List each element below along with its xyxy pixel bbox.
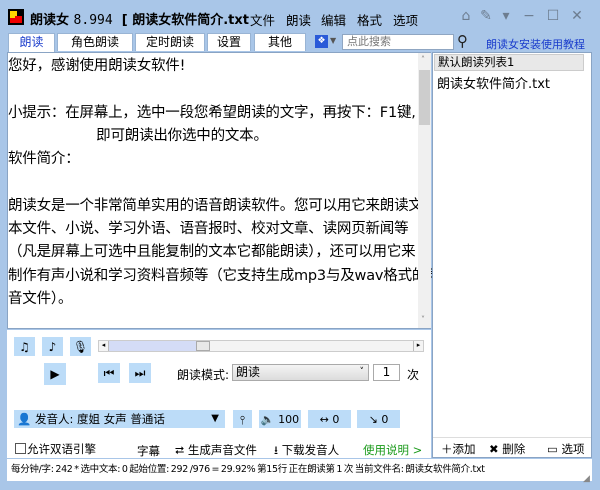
window-icon: ▭ [547, 442, 558, 456]
window-title: 朗读女 8.994 [ 朗读女软件简介.txt [30, 13, 249, 28]
text-line: 软件简介： [8, 151, 80, 168]
text-editor[interactable]: 您好，感谢使用朗读女软件! 小提示：在屏幕上，选中一段您希望朗读的文字，再按下：… [7, 52, 441, 400]
search-input[interactable] [342, 34, 454, 50]
text-line: 制作有声小说和学习资料音频等（它支持生成mp3与及wav格式的声 [8, 267, 441, 284]
menu-options[interactable]: 选项 [393, 10, 418, 29]
divider [433, 437, 591, 438]
slider-fill [109, 341, 196, 351]
control-panel: ♫ ♪ 🎙 ◂ ▸ ▶ ⏮ ⏭ 朗读模式: 朗读 ˅ 1 次 👤 发音人: 度姐 … [7, 330, 431, 472]
status-text: 每分钟/字: 242 * 选中文本: 0 起始位置: 292 /976 = 29… [11, 464, 485, 475]
dropdown-arrow-icon: ▼ [211, 413, 219, 424]
menu-file[interactable]: 文件 [250, 10, 275, 29]
minimize-icon[interactable]: − [520, 8, 538, 24]
plus-icon: ＋ [441, 442, 453, 456]
tab-read[interactable]: 朗读 [8, 33, 55, 52]
editor-scrollbar[interactable]: ˄ ˅ [418, 53, 431, 328]
delete-button[interactable]: ✖ 删除 [489, 441, 525, 457]
scroll-up-icon[interactable]: ˄ [421, 55, 425, 64]
app-logo-icon [8, 9, 24, 25]
previous-button[interactable]: ⏮ [98, 363, 120, 383]
status-bar: 每分钟/字: 242 * 选中文本: 0 起始位置: 292 /976 = 29… [7, 459, 592, 481]
chevron-down-icon: ˅ [359, 367, 365, 377]
tab-other[interactable]: 其他 [254, 33, 306, 51]
paw-icon[interactable]: ❖ [315, 35, 328, 48]
scroll-down-icon[interactable]: ˅ [421, 315, 425, 324]
text-line: 即可朗读出你选中的文本。 [8, 127, 268, 144]
options-button[interactable]: ▭ 选项 [547, 441, 585, 457]
voice-value: 发音人: 度姐 女声 普通话 [34, 412, 165, 426]
text-line: （凡是屏幕上可选中且能复制的文本它都能朗读），还可以用它来 [8, 244, 416, 261]
add-button[interactable]: ＋添加 [441, 441, 476, 457]
menu-format[interactable]: 格式 [357, 10, 382, 29]
text-line: 音文件）。 [8, 290, 73, 307]
speed-value: 0 [332, 413, 340, 426]
resize-grip-icon[interactable]: ◢ [583, 474, 590, 484]
pin-icon[interactable]: ✎ [477, 8, 495, 24]
pitch-icon: ↘ [368, 413, 378, 426]
doc-music-icon[interactable]: ♫ [14, 337, 35, 356]
menu-edit[interactable]: 编辑 [321, 10, 346, 29]
text-line: 朗读女是一个非常简单实用的语音朗读软件。您可以用它来朗读文 [8, 197, 423, 214]
convert-icon: ⮂ [175, 443, 185, 457]
subtitle-button[interactable]: 字幕 [137, 443, 160, 459]
download-icon: ⭳ [274, 443, 279, 457]
mode-select[interactable]: 朗读 ˅ [232, 364, 369, 381]
music-note-icon[interactable]: ♪ [42, 337, 63, 356]
bilingual-label: 允许双语引擎 [27, 442, 96, 456]
search-icon[interactable]: ⚲ [457, 32, 468, 50]
delete-label: 删除 [502, 442, 526, 456]
add-label: 添加 [452, 442, 476, 456]
options-label: 选项 [561, 442, 585, 456]
x-icon: ✖ [489, 442, 499, 456]
text-line: 小提示：在屏幕上，选中一段您希望朗读的文字，再按下：F1键, [8, 104, 416, 121]
scrollbar-thumb[interactable] [419, 70, 430, 125]
pitch-value: 0 [381, 413, 389, 426]
speaker-icon: 🔈 [260, 413, 275, 426]
maximize-icon[interactable]: ☐ [544, 8, 562, 24]
progress-slider[interactable]: ◂ ▸ [98, 340, 424, 352]
shirt-icon[interactable]: ▾ [497, 8, 515, 24]
playlist-panel: 默认朗读列表1 朗读女软件简介.txt ＋添加 ✖ 删除 ▭ 选项 [432, 52, 592, 458]
text-line [8, 78, 418, 101]
dropdown-arrow-icon[interactable]: ▼ [330, 36, 336, 45]
slider-thumb[interactable] [196, 341, 210, 351]
mode-value: 朗读 [236, 365, 261, 379]
tab-role-read[interactable]: 角色朗读 [57, 33, 133, 51]
text-line: 本文件、小说、学习外语、语音报时、校对文章、读网页新闻等 [8, 221, 409, 238]
pitch-control[interactable]: ↘ 0 [357, 410, 400, 428]
home-icon[interactable]: ⌂ [457, 8, 475, 24]
menu-read[interactable]: 朗读 [286, 10, 311, 29]
slider-left-icon[interactable]: ◂ [99, 341, 109, 351]
close-icon[interactable]: ✕ [568, 8, 586, 24]
microphone-icon[interactable]: 🎙 [70, 337, 91, 356]
text-line [8, 171, 418, 194]
generate-audio-button[interactable]: ⮂ 生成声音文件 [175, 442, 257, 458]
speed-icon: ↔ [319, 413, 329, 426]
slider-right-icon[interactable]: ▸ [413, 341, 423, 351]
generate-label: 生成声音文件 [187, 443, 257, 457]
play-button[interactable]: ▶ [44, 363, 66, 385]
tutorial-link[interactable]: 朗读女安装使用教程 [486, 36, 585, 52]
repeat-input[interactable]: 1 [373, 364, 400, 381]
mode-label: 朗读模式: [177, 368, 230, 382]
download-label: 下载发音人 [281, 443, 340, 457]
next-button[interactable]: ⏭ [129, 363, 151, 383]
bilingual-checkbox[interactable] [15, 443, 26, 454]
repeat-unit: 次 [407, 368, 420, 382]
title-bar: 朗读女 8.994 [ 朗读女软件简介.txt 文件 朗读 编辑 格式 选项 ⌂… [0, 0, 600, 32]
playlist-select[interactable]: 默认朗读列表1 [434, 54, 584, 71]
voice-settings-icon[interactable]: ⫯ [233, 410, 252, 428]
text-line: 您好，感谢使用朗读女软件! [8, 58, 186, 74]
tab-settings[interactable]: 设置 [207, 33, 251, 51]
tab-timed-read[interactable]: 定时朗读 [135, 33, 205, 51]
volume-control[interactable]: 🔈 100 [259, 410, 301, 428]
volume-value: 100 [278, 413, 300, 426]
person-icon: 👤 [17, 412, 32, 426]
voice-select[interactable]: 👤 发音人: 度姐 女声 普通话 ▼ [14, 410, 225, 428]
playlist-item[interactable]: 朗读女软件简介.txt [437, 73, 550, 92]
speed-control[interactable]: ↔ 0 [308, 410, 351, 428]
